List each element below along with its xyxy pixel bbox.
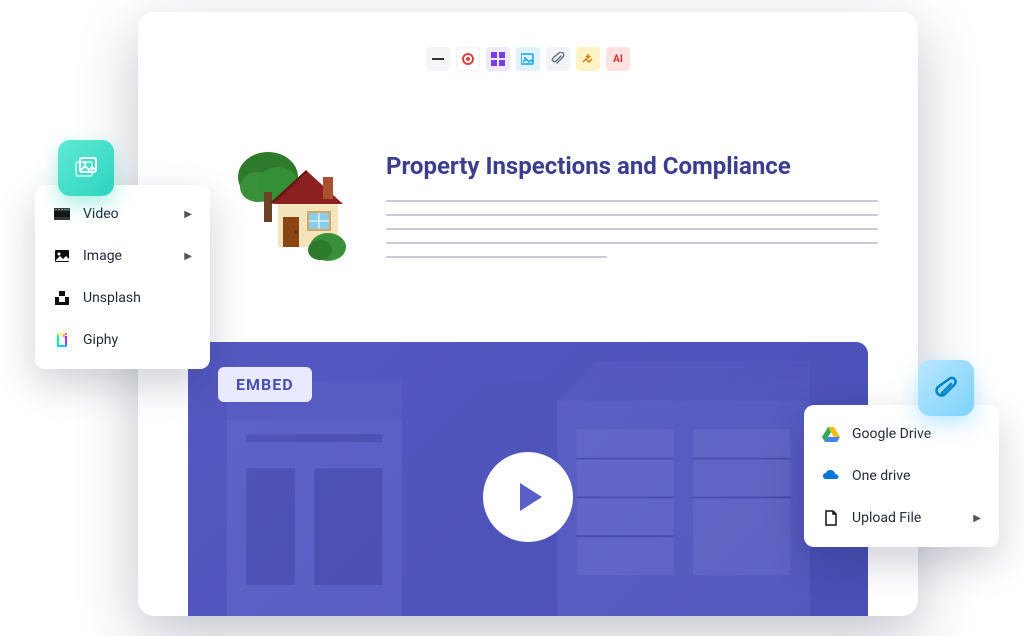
media-menu-video[interactable]: Video ▶	[35, 193, 210, 235]
menu-label: Upload File	[852, 510, 921, 526]
chevron-right-icon: ▶	[184, 251, 192, 262]
file-icon	[822, 509, 840, 527]
menu-label: Image	[83, 248, 122, 264]
menu-label: Google Drive	[852, 426, 931, 442]
document-header: Property Inspections and Compliance	[228, 142, 878, 270]
video-icon	[53, 205, 71, 223]
attach-menu-upload-file[interactable]: Upload File ▶	[804, 497, 999, 539]
toolbar-media-button[interactable]	[516, 47, 540, 71]
paperclip-icon	[933, 374, 959, 402]
chevron-right-icon: ▶	[184, 209, 192, 220]
menu-label: Video	[83, 206, 119, 222]
giphy-icon	[53, 331, 71, 349]
media-icon	[521, 52, 535, 66]
menu-label: Giphy	[83, 332, 118, 348]
toolbar: AI	[426, 47, 630, 71]
media-menu-badge	[58, 140, 114, 196]
document-placeholder-lines	[386, 200, 878, 258]
video-embed-block[interactable]: EMBED	[188, 342, 868, 616]
embed-icon	[581, 52, 595, 66]
google-drive-icon	[822, 425, 840, 443]
dash-icon	[432, 58, 444, 60]
ai-label: AI	[613, 54, 623, 65]
toolbar-embed-button[interactable]	[576, 47, 600, 71]
media-menu-giphy[interactable]: Giphy	[35, 319, 210, 361]
document-title: Property Inspections and Compliance	[386, 152, 878, 180]
paperclip-icon	[551, 52, 565, 66]
onedrive-icon	[822, 467, 840, 485]
toolbar-record-button[interactable]	[456, 47, 480, 71]
attach-menu: Google Drive One drive Upload File ▶	[804, 405, 999, 547]
media-menu: Video ▶ Image ▶ Unsplash Giphy	[35, 185, 210, 369]
image-icon	[53, 247, 71, 265]
toolbar-grid-button[interactable]	[486, 47, 510, 71]
attach-menu-google-drive[interactable]: Google Drive	[804, 413, 999, 455]
record-icon	[461, 52, 475, 66]
menu-label: One drive	[852, 468, 910, 484]
grid-icon	[491, 52, 505, 66]
document-window: AI	[138, 12, 918, 616]
house-illustration	[228, 142, 356, 270]
gallery-icon	[72, 154, 100, 182]
toolbar-dash-button[interactable]	[426, 47, 450, 71]
media-menu-unsplash[interactable]: Unsplash	[35, 277, 210, 319]
chevron-right-icon: ▶	[973, 513, 981, 524]
toolbar-attach-button[interactable]	[546, 47, 570, 71]
unsplash-icon	[53, 289, 71, 307]
menu-label: Unsplash	[83, 290, 141, 306]
play-button[interactable]	[483, 452, 573, 542]
toolbar-ai-button[interactable]: AI	[606, 47, 630, 71]
play-icon	[520, 483, 542, 511]
attach-menu-badge	[918, 360, 974, 416]
embed-badge: EMBED	[218, 367, 312, 402]
media-menu-image[interactable]: Image ▶	[35, 235, 210, 277]
attach-menu-one-drive[interactable]: One drive	[804, 455, 999, 497]
